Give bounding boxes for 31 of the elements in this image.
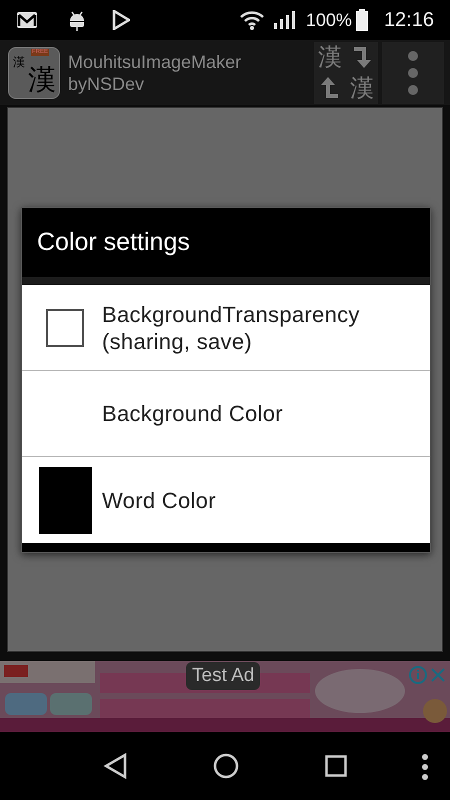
settings-row[interactable]: Word Color (22, 457, 430, 543)
app-title: MouhitsuImageMaker (68, 50, 242, 72)
dialog-title: Color settings (37, 226, 190, 258)
checkbox[interactable] (46, 308, 84, 346)
clock: 12:16 (384, 8, 434, 33)
home-icon[interactable] (213, 753, 239, 779)
test-ad-label: Test Ad (186, 662, 260, 690)
settings-row[interactable]: BackgroundTransparency (sharing, save) (22, 285, 430, 371)
info-icon (409, 666, 427, 684)
back-icon[interactable] (103, 753, 127, 779)
mail-icon (16, 11, 38, 29)
app-subtitle: byNSDev (68, 72, 146, 94)
row-label: Word Color (102, 486, 216, 514)
row-label: BackgroundTransparency (sharing, save) (102, 300, 361, 354)
overflow-menu-button[interactable] (382, 42, 444, 104)
settings-row[interactable]: Background Color (22, 371, 430, 457)
kanji-large: 漢 (28, 64, 56, 94)
up-arrow-icon (320, 76, 340, 100)
battery-percent: 100% (306, 8, 352, 32)
play-store-icon (112, 10, 130, 30)
row-label: Background Color (102, 400, 283, 427)
battery-icon (356, 9, 368, 31)
wifi-icon (240, 10, 264, 30)
down-arrow-icon (352, 45, 372, 69)
more-icon[interactable] (421, 753, 429, 781)
android-icon (68, 9, 86, 31)
recents-icon[interactable] (325, 755, 347, 777)
kanji-small: 漢 (13, 56, 25, 68)
more-icon (407, 50, 419, 96)
convert-button[interactable]: 漢 漢 (314, 42, 378, 104)
signal-icon (274, 10, 296, 30)
